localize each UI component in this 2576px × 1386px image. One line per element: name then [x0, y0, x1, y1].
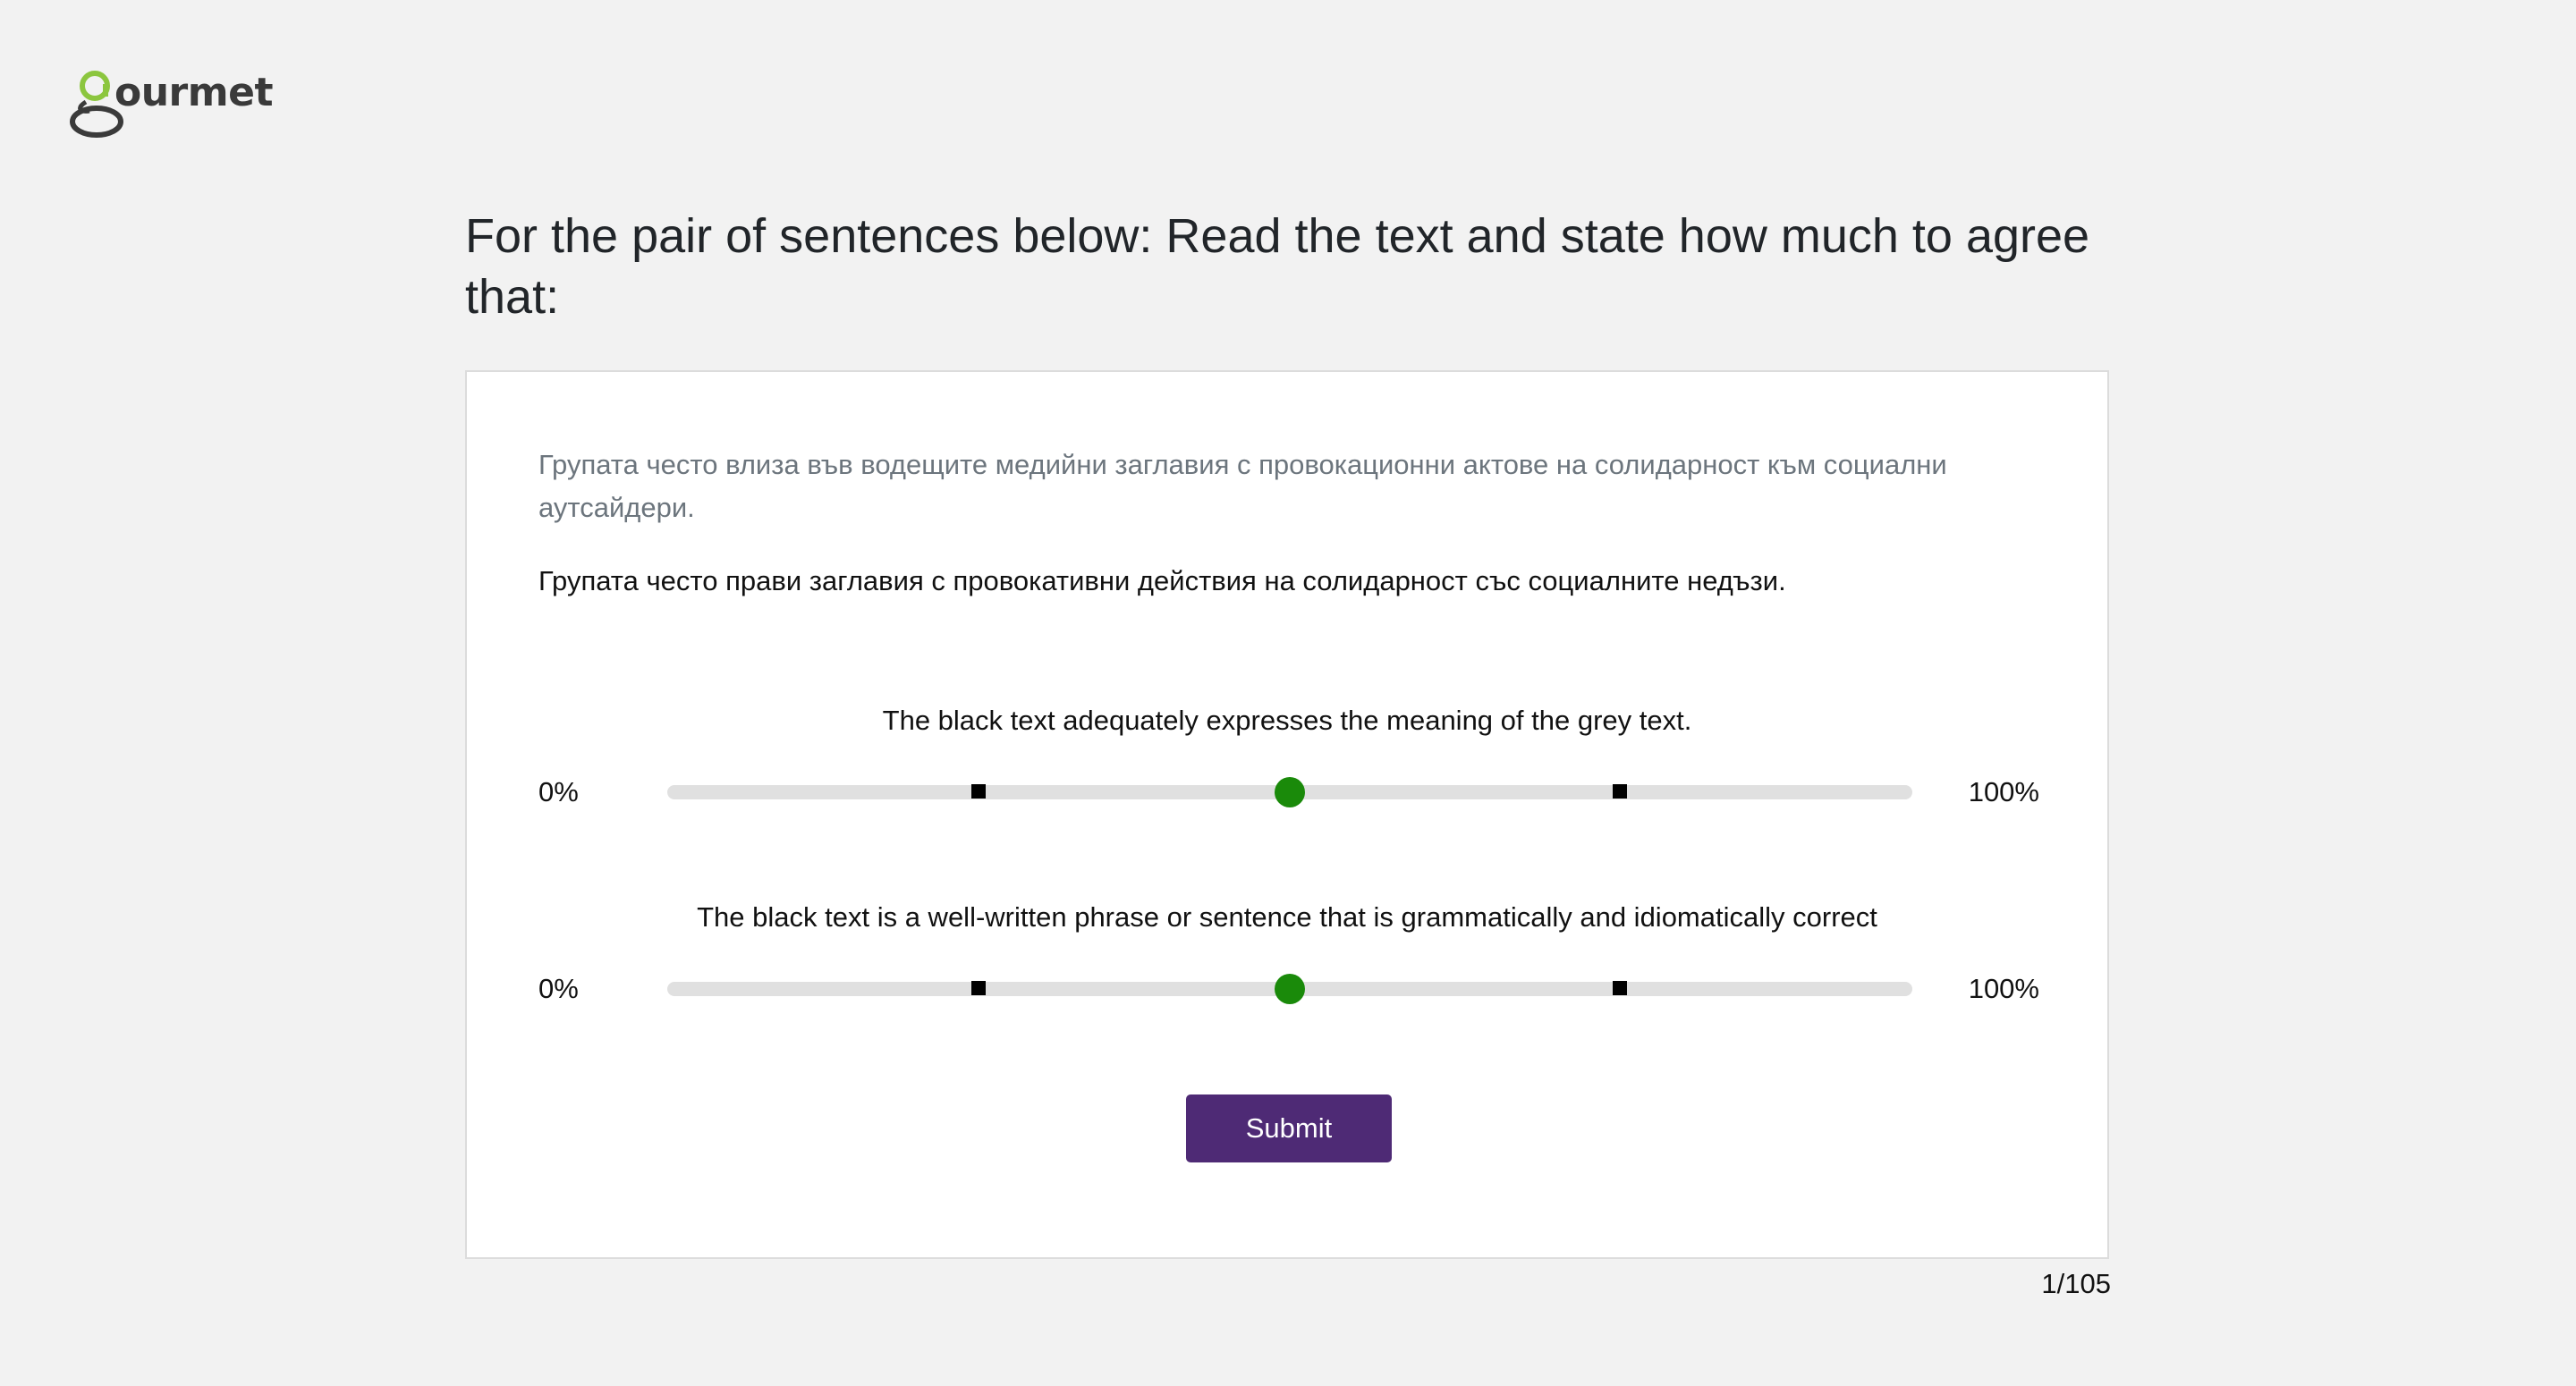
adequacy-max-label: 100%	[1968, 776, 2039, 807]
submit-button[interactable]: Submit	[1186, 1094, 1392, 1162]
fluency-question: The black text is a well-written phrase …	[697, 901, 1877, 933]
adequacy-slider-thumb[interactable]	[1275, 777, 1305, 807]
gourmet-logo: ourmet	[70, 66, 273, 143]
fluency-slider[interactable]	[667, 974, 1912, 1004]
target-text: Групата често прави заглавия с провокати…	[538, 565, 1786, 596]
evaluation-card: Групата често влиза във водещите медийни…	[465, 370, 2109, 1259]
logo-text: ourmet	[114, 70, 273, 115]
slider-tick	[971, 981, 986, 995]
fluency-slider-thumb[interactable]	[1275, 974, 1305, 1004]
fluency-min-label: 0%	[538, 973, 579, 1004]
slider-tick	[1612, 784, 1627, 799]
progress-counter: 1/105	[2041, 1268, 2111, 1299]
adequacy-min-label: 0%	[538, 776, 579, 807]
page-title: For the pair of sentences below: Read th…	[465, 209, 2090, 324]
fluency-max-label: 100%	[1968, 973, 2039, 1004]
page: ourmet For the pair of sentences below: …	[0, 0, 2576, 1386]
slider-tick	[1612, 981, 1627, 995]
source-text: Групата често влиза във водещите медийни…	[538, 449, 1947, 523]
slider-tick	[971, 784, 986, 799]
adequacy-question: The black text adequately expresses the …	[882, 705, 1692, 736]
adequacy-slider[interactable]	[667, 777, 1912, 807]
